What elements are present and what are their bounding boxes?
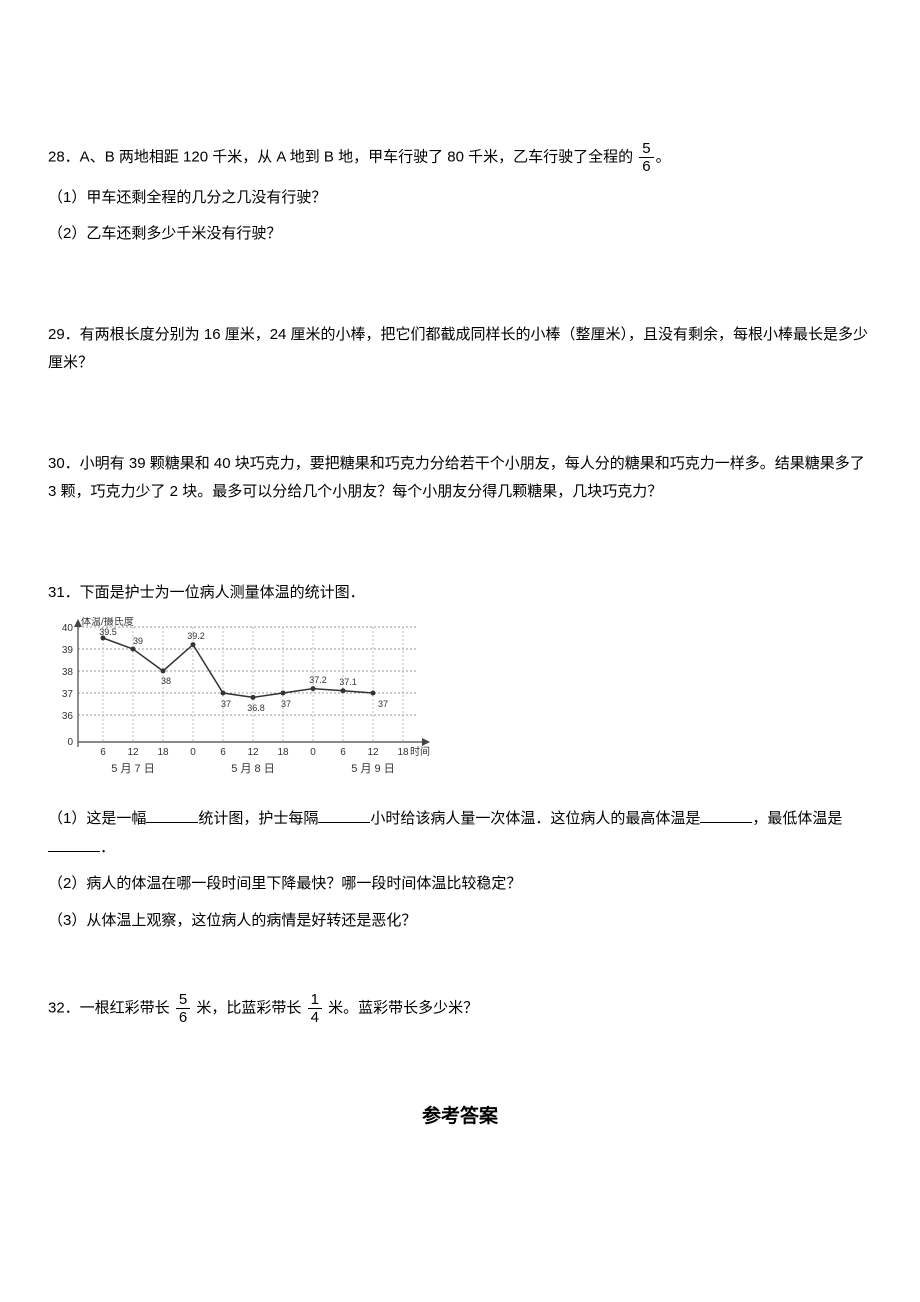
q31-sub3: （3）从体温上观察，这位病人的病情是好转还是恶化？ (48, 907, 872, 936)
q31-sub1-a: （1）这是一幅 (48, 810, 146, 827)
svg-text:5 月 9 日: 5 月 9 日 (351, 763, 394, 775)
q31-sub1-d: ，最低体温是 (752, 810, 842, 827)
svg-text:38: 38 (62, 667, 74, 678)
frac-num: 1 (308, 991, 322, 1009)
q32-a: 32．一根红彩带长 (48, 1000, 170, 1017)
frac-den: 4 (308, 1009, 322, 1026)
svg-text:12: 12 (127, 747, 139, 758)
svg-text:39.2: 39.2 (187, 631, 205, 641)
svg-text:6: 6 (220, 747, 226, 758)
q31-sub1: （1）这是一幅 统计图，护士每隔 小时给该病人量一次体温．这位病人的最高体温是 ，最低… (48, 805, 872, 862)
fraction-5-6: 5 6 (176, 991, 190, 1027)
q32-c: 米。蓝彩带长多少米？ (328, 1000, 478, 1017)
question-32: 32．一根红彩带长 5 6 米，比蓝彩带长 1 4 米。蓝彩带长多少米？ (48, 991, 872, 1027)
svg-text:37: 37 (378, 699, 388, 709)
q28-stem-a: 28．A、B 两地相距 120 千米，从 A 地到 B 地，甲车行驶了 80 千… (48, 149, 633, 166)
q28-sub1: （1）甲车还剩全程的几分之几没有行驶？ (48, 184, 872, 213)
svg-text:38: 38 (161, 676, 171, 686)
fraction-5-6: 5 6 (639, 140, 653, 176)
svg-text:5 月 7 日: 5 月 7 日 (111, 763, 154, 775)
question-30: 30．小明有 39 颗糖果和 40 块巧克力，要把糖果和巧克力分给若干个小朋友，… (48, 450, 872, 507)
q32-b: 米，比蓝彩带长 (196, 1000, 301, 1017)
svg-text:37.2: 37.2 (309, 675, 327, 685)
frac-den: 6 (639, 158, 653, 175)
blank-max-temp[interactable] (700, 805, 752, 823)
svg-text:37.1: 37.1 (339, 677, 357, 687)
q31-stem: 31．下面是护士为一位病人测量体温的统计图． (48, 579, 872, 608)
svg-text:12: 12 (247, 747, 259, 758)
svg-text:36.8: 36.8 (247, 703, 265, 713)
svg-text:12: 12 (367, 747, 379, 758)
q31-sub1-c: 小时给该病人量一次体温．这位病人的最高体温是 (370, 810, 700, 827)
svg-text:39.5: 39.5 (99, 627, 117, 637)
question-28: 28．A、B 两地相距 120 千米，从 A 地到 B 地，甲车行驶了 80 千… (48, 140, 872, 249)
q29-stem: 29．有两根长度分别为 16 厘米，24 厘米的小棒，把它们都截成同样长的小棒（… (48, 321, 872, 378)
svg-text:37: 37 (62, 689, 74, 700)
q30-stem: 30．小明有 39 颗糖果和 40 块巧克力，要把糖果和巧克力分给若干个小朋友，… (48, 450, 872, 507)
question-29: 29．有两根长度分别为 16 厘米，24 厘米的小棒，把它们都截成同样长的小棒（… (48, 321, 872, 378)
temperature-chart: 40 39 38 37 36 0 (48, 617, 438, 787)
blank-chart-type[interactable] (146, 805, 198, 823)
svg-text:6: 6 (100, 747, 106, 758)
svg-text:39: 39 (62, 645, 74, 656)
svg-text:36: 36 (62, 711, 74, 722)
q28-sub2: （2）乙车还剩多少千米没有行驶？ (48, 220, 872, 249)
blank-interval[interactable] (318, 805, 370, 823)
answer-heading: 参考答案 (48, 1099, 872, 1135)
question-31: 31．下面是护士为一位病人测量体温的统计图． 40 39 38 37 36 0 (48, 579, 872, 936)
blank-min-temp[interactable] (48, 834, 100, 852)
q31-sub2: （2）病人的体温在哪一段时间里下降最快？哪一段时间体温比较稳定？ (48, 870, 872, 899)
svg-text:37: 37 (281, 699, 291, 709)
svg-text:0: 0 (67, 737, 73, 748)
svg-text:18: 18 (397, 747, 409, 758)
q28-stem: 28．A、B 两地相距 120 千米，从 A 地到 B 地，甲车行驶了 80 千… (48, 140, 872, 176)
svg-text:18: 18 (277, 747, 289, 758)
frac-num: 5 (639, 140, 653, 158)
svg-text:5 月 8 日: 5 月 8 日 (231, 763, 274, 775)
svg-text:37: 37 (221, 699, 231, 709)
q28-stem-b: 。 (656, 149, 671, 166)
q31-sub1-b: 统计图，护士每隔 (198, 810, 318, 827)
frac-num: 5 (176, 991, 190, 1009)
svg-text:6: 6 (340, 747, 346, 758)
q31-sub1-e: ． (100, 839, 115, 856)
fraction-1-4: 1 4 (308, 991, 322, 1027)
frac-den: 6 (176, 1009, 190, 1026)
svg-text:40: 40 (62, 623, 74, 634)
svg-text:39: 39 (133, 636, 143, 646)
svg-text:0: 0 (310, 747, 316, 758)
q32-stem: 32．一根红彩带长 5 6 米，比蓝彩带长 1 4 米。蓝彩带长多少米？ (48, 991, 872, 1027)
svg-text:时间: 时间 (410, 745, 430, 758)
svg-text:0: 0 (190, 747, 196, 758)
svg-text:18: 18 (157, 747, 169, 758)
